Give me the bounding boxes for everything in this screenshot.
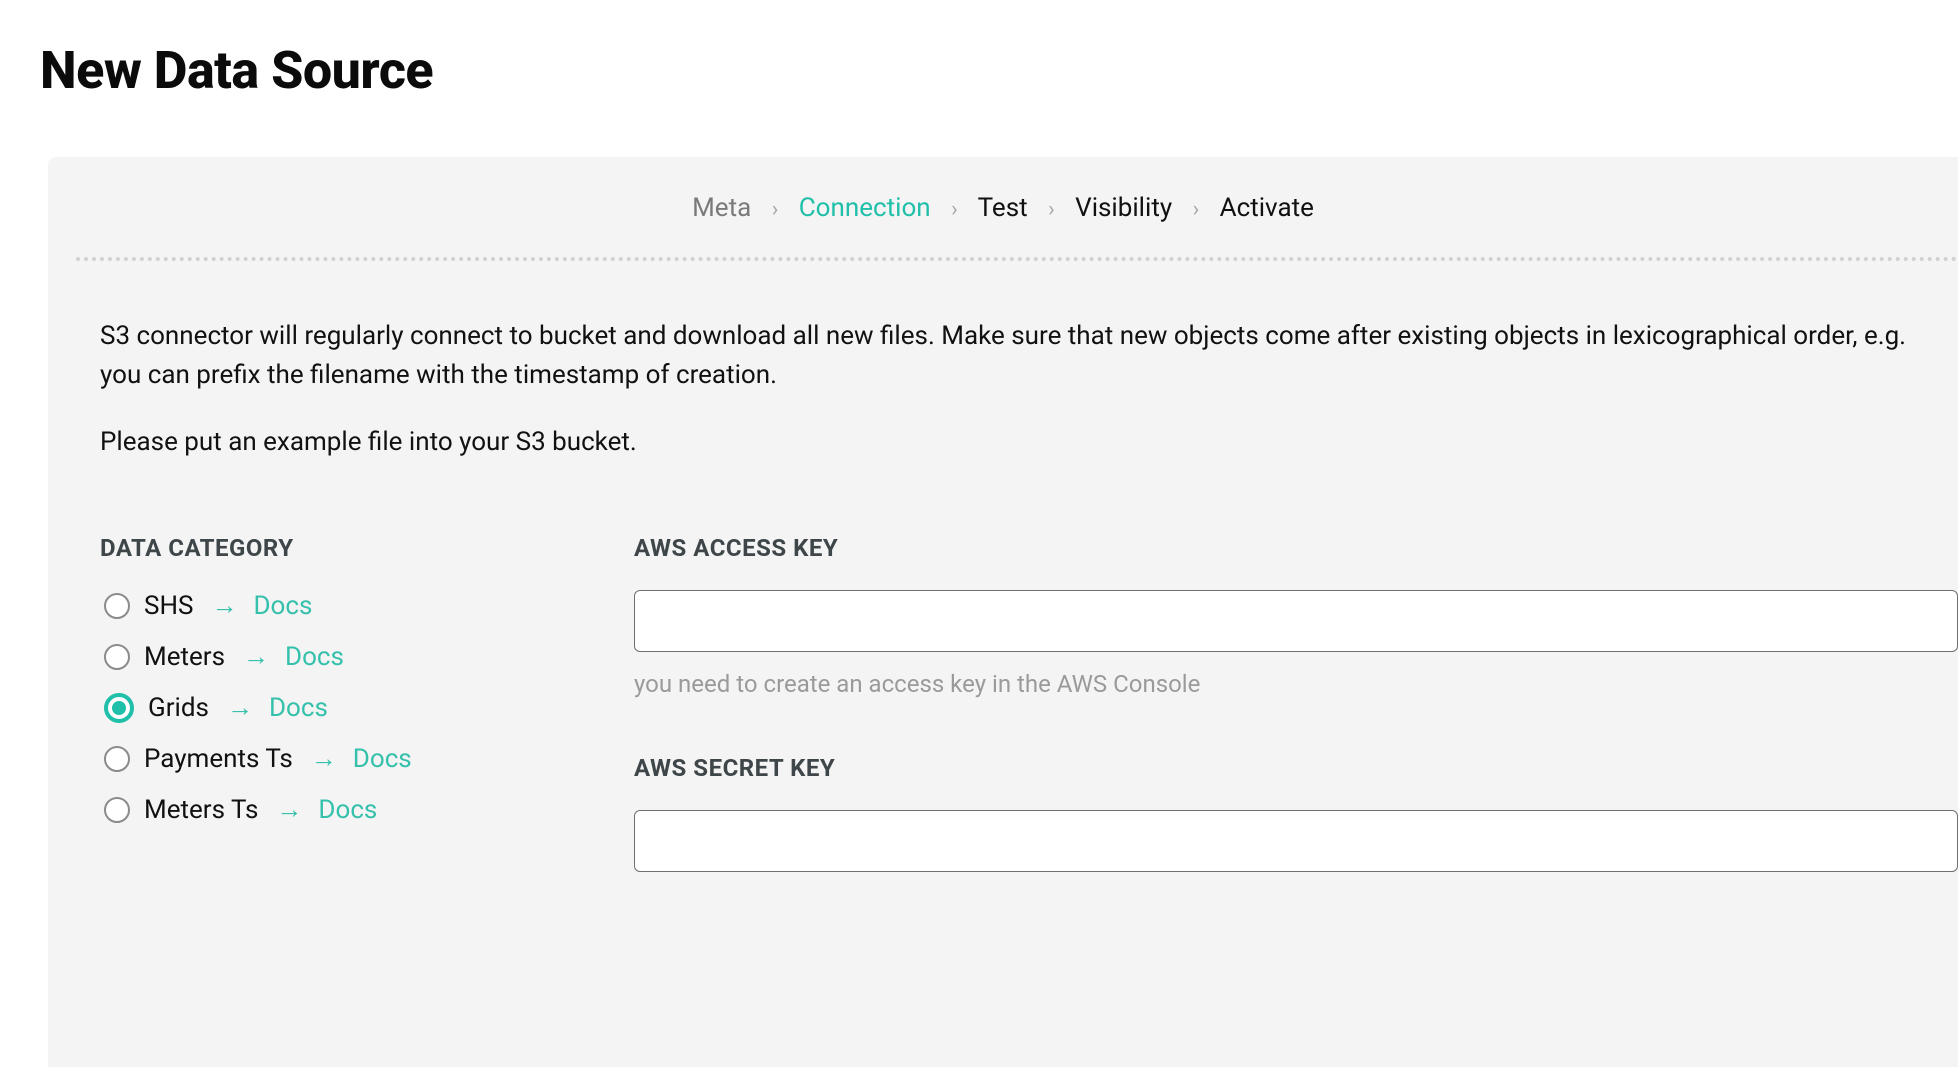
- arrow-right-icon: →: [211, 590, 237, 621]
- step-connection[interactable]: Connection: [799, 193, 931, 223]
- description-block: S3 connector will regularly connect to b…: [48, 261, 1958, 462]
- arrow-right-icon: →: [243, 641, 269, 672]
- radio-label: SHS: [144, 591, 193, 621]
- radio-icon[interactable]: [104, 593, 130, 619]
- docs-link[interactable]: Docs: [285, 642, 344, 672]
- step-meta[interactable]: Meta: [692, 193, 751, 223]
- page-title: New Data Source: [40, 40, 1958, 101]
- description-paragraph: Please put an example file into your S3 …: [100, 423, 1930, 462]
- aws-access-key-helper: you need to create an access key in the …: [634, 670, 1958, 698]
- radio-icon[interactable]: [104, 644, 130, 670]
- arrow-right-icon: →: [276, 794, 302, 825]
- docs-link[interactable]: Docs: [353, 744, 412, 774]
- docs-link[interactable]: Docs: [253, 591, 312, 621]
- radio-icon[interactable]: [104, 746, 130, 772]
- radio-option-shs[interactable]: SHS → Docs: [104, 590, 570, 621]
- radio-option-meters-ts[interactable]: Meters Ts → Docs: [104, 794, 570, 825]
- chevron-right-icon: ›: [951, 197, 958, 222]
- radio-label: Payments Ts: [144, 744, 293, 774]
- aws-secret-key-input[interactable]: [634, 810, 1958, 872]
- docs-link[interactable]: Docs: [269, 693, 328, 723]
- step-test[interactable]: Test: [978, 193, 1028, 223]
- radio-option-payments-ts[interactable]: Payments Ts → Docs: [104, 743, 570, 774]
- radio-label: Meters Ts: [144, 795, 258, 825]
- description-paragraph: S3 connector will regularly connect to b…: [100, 317, 1930, 395]
- radio-label: Grids: [148, 693, 209, 723]
- radio-icon[interactable]: [104, 797, 130, 823]
- chevron-right-icon: ›: [1193, 197, 1200, 222]
- wizard-steps: Meta › Connection › Test › Visibility › …: [48, 193, 1958, 223]
- radio-option-grids[interactable]: Grids → Docs: [104, 692, 570, 723]
- radio-label: Meters: [144, 642, 225, 672]
- aws-access-key-input[interactable]: [634, 590, 1958, 652]
- arrow-right-icon: →: [311, 743, 337, 774]
- data-category-radio-group: SHS → Docs Meters → Docs Grids → Docs: [100, 590, 570, 825]
- form-panel: Meta › Connection › Test › Visibility › …: [48, 157, 1958, 1067]
- aws-access-key-label: AWS ACCESS KEY: [634, 534, 1958, 562]
- chevron-right-icon: ›: [772, 197, 779, 222]
- step-activate[interactable]: Activate: [1220, 193, 1314, 223]
- step-visibility[interactable]: Visibility: [1075, 193, 1172, 223]
- radio-option-meters[interactable]: Meters → Docs: [104, 641, 570, 672]
- docs-link[interactable]: Docs: [318, 795, 377, 825]
- chevron-right-icon: ›: [1048, 197, 1055, 222]
- arrow-right-icon: →: [227, 692, 253, 723]
- radio-icon[interactable]: [104, 693, 134, 723]
- data-category-label: DATA CATEGORY: [100, 534, 570, 562]
- aws-secret-key-label: AWS SECRET KEY: [634, 754, 1958, 782]
